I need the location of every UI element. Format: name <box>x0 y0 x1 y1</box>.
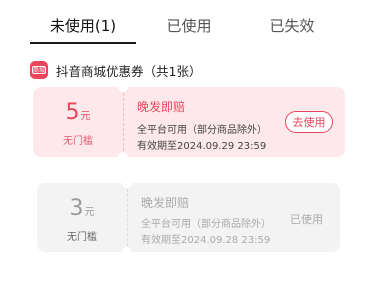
coupon-amount: 5 <box>65 100 80 125</box>
coupon-notch <box>118 87 128 92</box>
tab-unused[interactable]: 未使用(1) <box>44 14 122 38</box>
coupon-threshold: 无门槛 <box>67 232 97 243</box>
coupon-status-used: 已使用 <box>290 213 323 226</box>
tab-bar: 未使用(1) 已使用 已失效 <box>0 0 390 46</box>
coupon-section-header: 商城 抖音商城优惠券（共1张） <box>30 60 201 80</box>
coupon-threshold: 无门槛 <box>63 136 93 147</box>
coupon-notch <box>118 152 128 157</box>
use-coupon-button[interactable]: 去使用 <box>285 111 333 133</box>
coupon-unit: 元 <box>84 207 95 218</box>
coupon-validity: 有效期至2024.09.29 23:59 <box>137 141 267 152</box>
logo-label: 商城 <box>32 66 46 74</box>
coupon-notch <box>122 247 132 252</box>
coupon-scope: 全平台可用（部分商品除外） <box>137 125 267 136</box>
coupon-value-panel: 5元 无门槛 <box>33 87 123 157</box>
coupon-divider <box>123 93 124 151</box>
coupon-unit: 元 <box>80 111 91 122</box>
coupon-scope: 全平台可用（部分商品除外） <box>141 219 271 230</box>
coupon-title: 晚发即赔 <box>137 100 186 114</box>
coupon-card-active[interactable]: 5元 无门槛 晚发即赔 全平台可用（部分商品除外） 有效期至2024.09.29… <box>33 87 345 157</box>
coupon-validity: 有效期至2024.09.28 23:59 <box>141 235 271 246</box>
active-tab-indicator <box>30 42 136 44</box>
tab-expired[interactable]: 已失效 <box>253 14 331 38</box>
coupon-divider <box>127 189 128 246</box>
coupon-value-panel: 3元 无门槛 <box>37 183 127 252</box>
coupon-title: 晚发即赔 <box>141 196 190 210</box>
section-title: 抖音商城优惠券（共1张） <box>56 63 202 79</box>
douyin-mall-icon: 商城 <box>30 61 48 79</box>
coupon-notch <box>122 183 132 188</box>
tab-used[interactable]: 已使用 <box>150 14 228 38</box>
coupon-amount: 3 <box>69 196 84 221</box>
coupon-card-used: 3元 无门槛 晚发即赔 全平台可用（部分商品除外） 有效期至2024.09.28… <box>37 183 340 252</box>
